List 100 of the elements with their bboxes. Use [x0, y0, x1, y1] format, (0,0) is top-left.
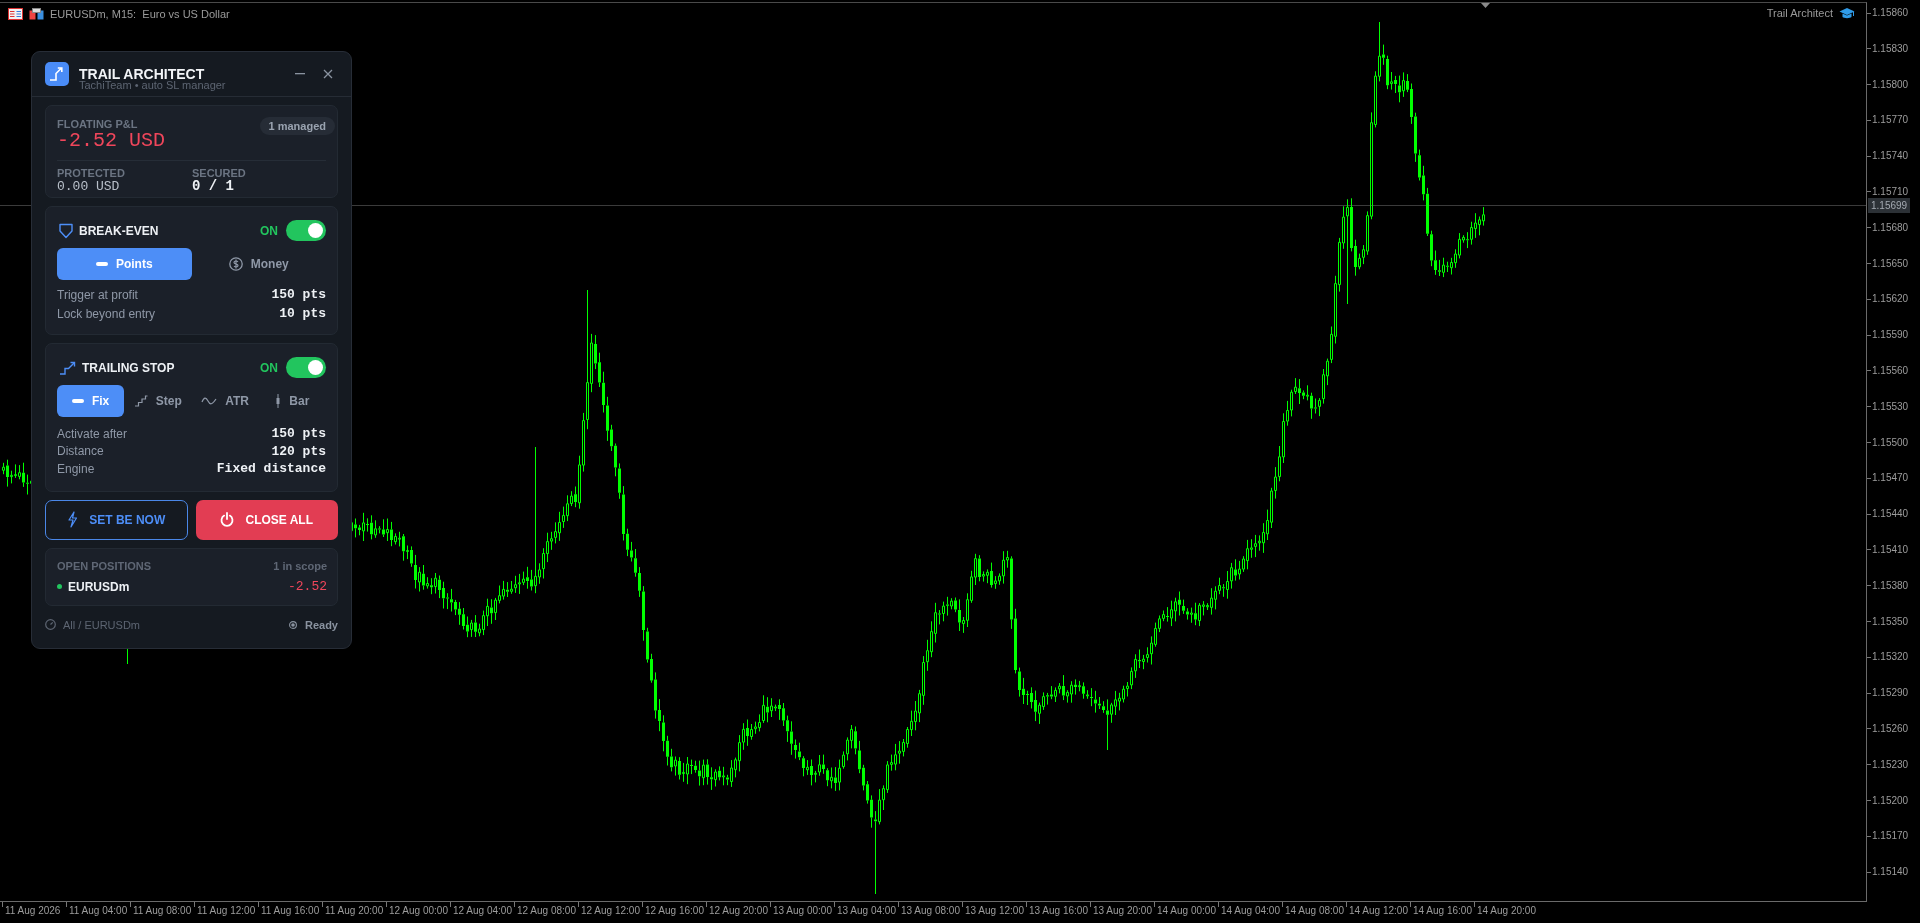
positions-title: OPEN POSITIONS — [57, 559, 152, 572]
time-label: 14 Aug 20:00 — [1477, 905, 1536, 918]
setting-label: Activate after — [57, 426, 128, 441]
time-label: 12 Aug 12:00 — [581, 905, 640, 918]
time-label: 14 Aug 04:00 — [1221, 905, 1280, 918]
price-label: 1.15380 — [1872, 578, 1909, 593]
time-label: 13 Aug 00:00 — [773, 905, 832, 918]
managed-count-badge: 1 managed — [259, 117, 335, 135]
price-label: 1.15530 — [1872, 399, 1909, 414]
triangle-marker-icon — [1481, 3, 1490, 8]
mode-tab[interactable]: Bar — [258, 385, 326, 417]
power-icon — [220, 512, 235, 527]
status-label: Ready — [304, 618, 338, 631]
toggle-status: ON — [260, 360, 278, 375]
price-label: 1.15590 — [1872, 328, 1909, 343]
close-all-button[interactable]: CLOSE ALL — [195, 499, 338, 540]
time-label: 12 Aug 16:00 — [645, 905, 704, 918]
setting-value: 150 pts — [271, 426, 326, 442]
lightning-icon — [67, 511, 79, 528]
time-label: 14 Aug 16:00 — [1413, 905, 1472, 918]
time-label: 11 Aug 16:00 — [261, 905, 320, 918]
price-label: 1.15800 — [1872, 77, 1909, 92]
setting-label: Engine — [57, 461, 95, 476]
clock-icon — [45, 619, 56, 630]
section-title: TRAILING STOP — [82, 360, 176, 375]
dash-icon — [95, 262, 108, 266]
toggle-switch[interactable] — [286, 357, 326, 378]
wave-icon — [201, 396, 218, 406]
time-label: 11 Aug 04:00 — [69, 905, 128, 918]
positions-count: 1 in scope — [273, 559, 327, 572]
setting-value: 150 pts — [271, 287, 326, 302]
time-label: 14 Aug 12:00 — [1349, 905, 1408, 918]
price-label: 1.15770 — [1872, 113, 1909, 128]
price-label: 1.15350 — [1872, 614, 1909, 629]
price-label: 1.15650 — [1872, 256, 1909, 271]
time-label: 12 Aug 08:00 — [517, 905, 576, 918]
setting-label: Lock beyond entry — [57, 306, 156, 321]
price-label: 1.15410 — [1872, 542, 1909, 557]
candle-icon — [275, 394, 282, 408]
stairs-icon — [133, 395, 148, 407]
stat-label: PROTECTED — [57, 167, 126, 179]
set-break-even-button[interactable]: SET BE NOW — [45, 499, 188, 540]
price-label: 1.15230 — [1872, 757, 1909, 772]
graduation-cap-icon — [1839, 6, 1855, 20]
dollar-circle-icon — [228, 257, 243, 271]
logo-icon — [45, 62, 69, 86]
dash-icon — [71, 399, 84, 403]
price-label: 1.15830 — [1872, 41, 1909, 56]
time-label: 14 Aug 00:00 — [1157, 905, 1216, 918]
stat-value: 0.00 USD — [57, 179, 121, 194]
time-label: 11 Aug 12:00 — [197, 905, 256, 918]
radio-icon — [288, 620, 297, 629]
status-dot-icon — [57, 584, 62, 589]
price-label: 1.15560 — [1872, 363, 1909, 378]
scope-label: All / EURUSDm — [63, 618, 141, 631]
expert-name: Trail Architect — [1766, 6, 1833, 20]
time-label: 11 Aug 2026 — [5, 905, 61, 918]
setting-label: Trigger at profit — [57, 287, 138, 302]
time-label: 13 Aug 12:00 — [965, 905, 1024, 918]
table-icon — [8, 8, 23, 20]
price-label: 1.15860 — [1872, 6, 1909, 20]
price-label: 1.15440 — [1872, 507, 1909, 522]
mode-tab[interactable]: Money — [191, 248, 326, 280]
panel-title: TRAIL ARCHITECT — [79, 67, 206, 81]
floating-pnl-value: -2.52 USD — [57, 130, 167, 152]
floating-pnl-label: FLOATING P&L — [57, 118, 139, 130]
stat-label: SECURED — [192, 167, 247, 179]
time-label: 13 Aug 20:00 — [1093, 905, 1152, 918]
price-label: 1.15320 — [1872, 650, 1909, 665]
setting-value: 10 pts — [279, 306, 326, 321]
toggle-status: ON — [260, 223, 278, 238]
time-label: 13 Aug 04:00 — [837, 905, 896, 918]
panel-subtitle: TachiTeam • auto SL manager — [79, 80, 227, 91]
chart-title: EURUSDm, M15: Euro vs US Dollar — [50, 7, 230, 21]
time-label: 12 Aug 04:00 — [453, 905, 512, 918]
mode-tab[interactable]: Fix — [57, 385, 125, 417]
minimize-icon — [295, 73, 305, 75]
current-price-label: 1.15699 — [1868, 198, 1911, 213]
time-label: 14 Aug 08:00 — [1285, 905, 1344, 918]
price-label: 1.15500 — [1872, 435, 1909, 450]
position-symbol: EURUSDm — [68, 579, 131, 594]
stairs-arrow-icon — [59, 360, 76, 375]
time-label: 11 Aug 20:00 — [325, 905, 384, 918]
price-label: 1.15200 — [1872, 793, 1909, 808]
price-label: 1.15710 — [1872, 185, 1909, 199]
mode-tab[interactable]: Step — [124, 385, 192, 417]
time-label: 13 Aug 08:00 — [901, 905, 960, 918]
mode-tab[interactable]: Points — [57, 248, 192, 280]
price-label: 1.15620 — [1872, 292, 1909, 307]
price-label: 1.15680 — [1872, 220, 1909, 235]
setting-value: Fixed distance — [216, 461, 326, 477]
close-icon — [323, 69, 333, 79]
toggle-switch[interactable] — [286, 220, 326, 241]
tiles-icon — [29, 8, 44, 20]
price-label: 1.15170 — [1872, 829, 1909, 844]
shield-icon — [59, 222, 73, 239]
time-label: 12 Aug 00:00 — [389, 905, 448, 918]
time-label: 11 Aug 08:00 — [133, 905, 192, 918]
mode-tab[interactable]: ATR — [191, 385, 259, 417]
time-label: 12 Aug 20:00 — [709, 905, 768, 918]
